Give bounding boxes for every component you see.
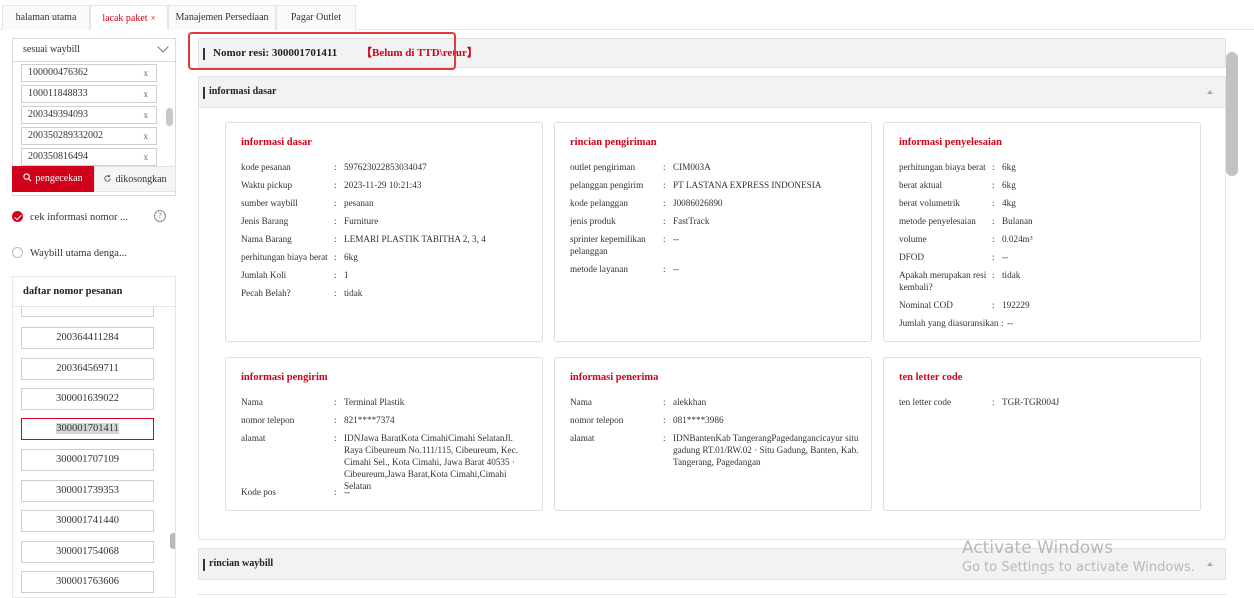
waybill-tag: 200350816494 x: [21, 148, 157, 166]
option-cek-informasi[interactable]: cek informasi nomor ...: [12, 210, 128, 226]
radio-checked-icon[interactable]: [12, 211, 23, 222]
remove-icon[interactable]: x: [144, 86, 149, 102]
section-body-basic: informasi dasar kode pesanan:59762302285…: [198, 108, 1226, 540]
card-title: informasi dasar: [241, 137, 312, 148]
tab-label: Manajemen Persediaan: [175, 12, 269, 23]
list-item[interactable]: 200364411284: [21, 327, 154, 349]
button-label: pengecekan: [35, 173, 83, 184]
card-informasi-pengirim: informasi pengirim Nama: Terminal Plastik…: [225, 357, 543, 511]
order-list: 200364411284 200364569711 300001639022 3…: [12, 306, 176, 598]
waybill-tag: 200349394093 x: [21, 106, 157, 124]
collapse-caret-icon[interactable]: [1207, 562, 1213, 566]
tab-pagar-outlet[interactable]: Pagar Outlet: [276, 5, 356, 30]
list-item[interactable]: 300001754068: [21, 541, 154, 563]
tab-halaman-utama[interactable]: halaman utama: [2, 5, 90, 30]
card-title: rincian pengiriman: [570, 137, 657, 148]
remove-icon[interactable]: x: [144, 149, 149, 165]
remove-icon[interactable]: x: [144, 65, 149, 81]
list-item[interactable]: 300001741440: [21, 510, 154, 532]
radio-icon[interactable]: [12, 247, 23, 258]
annotation-highlight-box: [188, 32, 456, 70]
remove-icon[interactable]: x: [144, 107, 149, 123]
order-list-title: daftar nomor pesanan: [12, 276, 176, 306]
section-marker: [203, 559, 205, 571]
card-informasi-penerima: informasi penerima Nama: alekkhan nomor t…: [554, 357, 872, 511]
waybill-tag: 100011848833 x: [21, 85, 157, 103]
refresh-icon: [104, 174, 112, 182]
tab-label: lacak paket: [102, 13, 148, 24]
tab-label: Pagar Outlet: [290, 12, 342, 23]
list-item-selected[interactable]: 300001701411: [21, 418, 154, 440]
button-label: dikosongkan: [115, 174, 167, 185]
watermark-line: Activate Windows: [962, 538, 1113, 558]
tab-label: halaman utama: [15, 12, 77, 23]
page-scrollbar-thumb[interactable]: [1226, 52, 1238, 176]
card-title: informasi pengirim: [241, 372, 328, 383]
scrollbar-thumb[interactable]: [166, 108, 173, 126]
chevron-down-icon: [157, 41, 169, 53]
list-item[interactable]: 300001763606: [21, 571, 154, 593]
card-title: informasi penyelesaian: [899, 137, 1002, 148]
section-marker: [203, 87, 205, 99]
activate-windows-watermark: Activate Windows Go to Settings to activ…: [962, 538, 1195, 575]
list-item[interactable]: 300001707109: [21, 449, 154, 471]
main-content: Nomor resi: 300001701411 【Belum di TTD\r…: [186, 30, 1254, 598]
search-icon: [23, 173, 32, 182]
left-panel: sesuai waybill 100000476362 x 10001184883…: [0, 30, 186, 598]
section-title: informasi dasar: [209, 86, 277, 97]
tab-bar: halaman utama lacak paket × Manajemen Per…: [0, 0, 1254, 31]
option-label: cek informasi nomor ...: [30, 212, 128, 223]
select-value: sesuai waybill: [23, 44, 80, 55]
list-item[interactable]: 300001739353: [21, 480, 154, 502]
search-mode-select[interactable]: sesuai waybill: [12, 38, 176, 62]
help-icon[interactable]: ?: [154, 210, 166, 222]
section-title: rincian waybill: [209, 558, 274, 569]
card-title: ten letter code: [899, 372, 963, 383]
card-title: informasi penerima: [570, 372, 659, 383]
check-button[interactable]: pengecekan: [12, 166, 94, 192]
tab-lacak-paket[interactable]: lacak paket ×: [90, 5, 168, 31]
collapse-caret-icon[interactable]: [1207, 90, 1213, 94]
list-item[interactable]: [21, 307, 154, 317]
list-item[interactable]: 200364569711: [21, 358, 154, 380]
waybill-tag: 200350289332002 x: [21, 127, 157, 145]
remove-icon[interactable]: x: [144, 128, 149, 144]
section-header-basic[interactable]: informasi dasar: [198, 76, 1226, 108]
scrollbar-thumb[interactable]: [170, 533, 175, 549]
close-icon[interactable]: ×: [151, 13, 156, 23]
clear-button[interactable]: dikosongkan: [94, 166, 176, 192]
card-rincian-pengiriman: rincian pengiriman outlet pengiriman: CIM…: [554, 122, 872, 342]
card-informasi-penyelesaian: informasi penyelesaian perhitungan biaya…: [883, 122, 1201, 342]
waybill-tag: 100000476362 x: [21, 64, 157, 82]
card-informasi-dasar: informasi dasar kode pesanan:59762302285…: [225, 122, 543, 342]
tab-manajemen-persediaan[interactable]: Manajemen Persediaan: [168, 5, 276, 30]
option-waybill-utama[interactable]: Waybill utama denga...: [12, 246, 127, 262]
list-item[interactable]: 300001639022: [21, 388, 154, 410]
card-ten-letter-code: ten letter code ten letter code: TGR-TGR0…: [883, 357, 1201, 511]
watermark-line: Go to Settings to activate Windows.: [962, 560, 1195, 575]
divider: [198, 594, 1226, 595]
option-label: Waybill utama denga...: [30, 248, 127, 259]
